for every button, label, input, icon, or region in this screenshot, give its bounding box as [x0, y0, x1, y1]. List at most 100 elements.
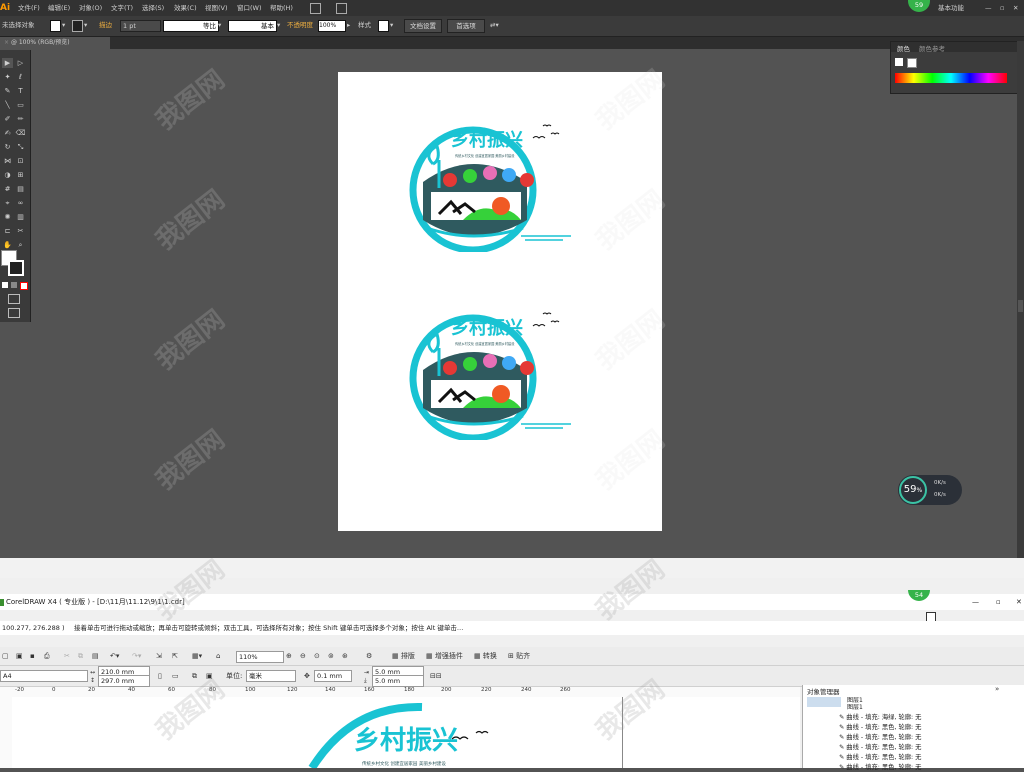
import-icon[interactable]: ⇲	[156, 649, 162, 663]
workspace-switcher[interactable]: 基本功能	[938, 0, 964, 16]
stroke-color-box[interactable]	[8, 260, 24, 276]
color-spectrum[interactable]	[895, 73, 1007, 83]
eraser-tool-icon[interactable]: ⌫	[15, 128, 26, 138]
menu-window[interactable]: 窗口(W)	[237, 0, 262, 16]
zoom-tool-icon[interactable]: ⌕	[15, 240, 26, 250]
lasso-tool-icon[interactable]: ℓ	[15, 72, 26, 82]
artboard[interactable]: 乡村振兴 传统乡村文化 创建宜居家园 美丽乡村建设 乡村振兴 传统乡村文化 创建…	[338, 72, 662, 531]
landscape-icon[interactable]: ▭	[172, 669, 179, 683]
duplicate-y-field[interactable]: 5.0 mm	[372, 675, 424, 687]
none-mode-icon[interactable]	[20, 282, 28, 290]
opacity-field[interactable]: 100%	[318, 20, 346, 32]
shape-builder-tool-icon[interactable]: ◑	[2, 170, 13, 180]
scroll-thumb[interactable]	[1018, 300, 1023, 312]
eyedropper-tool-icon[interactable]: ⌖	[2, 198, 13, 208]
current-page-icon[interactable]: ▣	[206, 669, 213, 683]
line-tool-icon[interactable]: ╲	[2, 100, 13, 110]
minimize-button[interactable]: —	[972, 594, 979, 610]
document-tab[interactable]: × @ 100% (RGB/预览)	[0, 37, 110, 49]
pen-tool-icon[interactable]: ✎	[2, 86, 13, 96]
arrange-icon[interactable]: ⇄▾	[490, 20, 499, 31]
menu-file[interactable]: 文件(F)	[18, 0, 40, 16]
zoom-selection-icon[interactable]: ⊙	[314, 649, 320, 663]
tab-color-guide[interactable]: 颜色参考	[919, 43, 945, 53]
object-row[interactable]: ✎ 曲线 - 填充: 黑色, 轮廓: 无	[839, 743, 921, 752]
symbol-sprayer-tool-icon[interactable]: ✺	[2, 212, 13, 222]
chevron-down-icon[interactable]: ▾	[218, 20, 221, 31]
rotate-tool-icon[interactable]: ↻	[2, 142, 13, 152]
artboard-tool-icon[interactable]: ⊏	[2, 226, 13, 236]
panel-stroke-swatch[interactable]	[907, 58, 917, 68]
perspective-grid-tool-icon[interactable]: ⊞	[15, 170, 26, 180]
tab-close-icon[interactable]: ×	[4, 39, 9, 46]
export-icon[interactable]: ⇱	[172, 649, 178, 663]
rectangle-tool-icon[interactable]: ▭	[15, 100, 26, 110]
blob-brush-tool-icon[interactable]: ✍	[2, 128, 13, 138]
restore-button[interactable]: ▫	[996, 594, 1001, 610]
close-button[interactable]: ✕	[1013, 0, 1018, 16]
object-manager-tools[interactable]	[807, 697, 841, 707]
page-height-field[interactable]: 297.0 mm	[98, 675, 150, 687]
fill-swatch[interactable]	[50, 20, 61, 32]
chevron-down-icon[interactable]: ▾	[84, 20, 87, 31]
selection-tool-icon[interactable]: ▶	[2, 58, 13, 68]
welcome-icon[interactable]: ⌂	[216, 649, 220, 663]
rural-revitalization-logo[interactable]: 乡村振兴 传统乡村文化 创建宜居家园 美丽乡村建设	[403, 124, 583, 252]
zoom-page-icon[interactable]: ⊛	[342, 649, 348, 663]
slice-tool-icon[interactable]: ✂	[15, 226, 26, 236]
paste-icon[interactable]: ▤	[92, 649, 99, 663]
menu-help[interactable]: 帮助(H)	[270, 0, 293, 16]
open-icon[interactable]: ▣	[16, 649, 23, 663]
chevron-down-icon[interactable]: ▾	[390, 20, 393, 31]
draw-mode-icon[interactable]	[8, 294, 20, 304]
panel-expand-icon[interactable]: »	[995, 685, 999, 693]
gradient-tool-icon[interactable]: ▤	[15, 184, 26, 194]
app-launcher-icon[interactable]: ▦▾	[192, 649, 202, 663]
all-pages-icon[interactable]: ⧉	[192, 669, 197, 683]
cut-icon[interactable]: ✂	[64, 649, 70, 663]
blend-tool-icon[interactable]: ∞	[15, 198, 26, 208]
options-icon[interactable]: ⚙	[366, 649, 372, 663]
plugin-button[interactable]: ▦ 增强插件	[426, 649, 463, 663]
chevron-right-icon[interactable]: ▸	[347, 20, 350, 31]
menu-view[interactable]: 视图(V)	[205, 0, 228, 16]
paper-size-select[interactable]: A4	[0, 670, 88, 682]
type-tool-icon[interactable]: T	[15, 86, 26, 96]
mesh-tool-icon[interactable]: #	[2, 184, 13, 194]
bridge-icon[interactable]	[310, 3, 321, 14]
object-row[interactable]: ✎ 曲线 - 填充: 海绿, 轮廓: 无	[839, 713, 921, 722]
treat-as-filled-icon[interactable]: ⊟⊟	[430, 669, 442, 683]
hand-tool-icon[interactable]: ✋	[2, 240, 13, 250]
graphic-style-swatch[interactable]	[378, 20, 389, 32]
redo-icon[interactable]: ↷▾	[132, 649, 141, 663]
paintbrush-tool-icon[interactable]: ✐	[2, 114, 13, 124]
convert-button[interactable]: ▦ 转换	[474, 649, 497, 663]
nudge-field[interactable]: 0.1 mm	[314, 670, 352, 682]
minimize-button[interactable]: —	[985, 0, 992, 16]
new-icon[interactable]: ▢	[2, 649, 9, 663]
logo-preview[interactable]: 乡村振兴 传统乡村文化 创建宜居家园 美丽乡村建设	[292, 697, 522, 768]
arrange-documents-icon[interactable]	[336, 3, 347, 14]
opacity-label[interactable]: 不透明度	[287, 20, 313, 31]
close-button[interactable]: ✕	[1016, 594, 1022, 610]
direct-selection-tool-icon[interactable]: ▷	[15, 58, 26, 68]
scale-tool-icon[interactable]: ⤡	[15, 142, 26, 152]
layer-name[interactable]: 图层1	[847, 702, 863, 711]
gradient-mode-icon[interactable]	[11, 282, 17, 288]
menu-object[interactable]: 对象(O)	[79, 0, 102, 16]
menu-effect[interactable]: 效果(C)	[174, 0, 197, 16]
magic-wand-tool-icon[interactable]: ✦	[2, 72, 13, 82]
tab-color[interactable]: 颜色	[897, 43, 910, 53]
preferences-button[interactable]: 首选项	[447, 19, 485, 33]
free-transform-tool-icon[interactable]: ⊡	[15, 156, 26, 166]
width-tool-icon[interactable]: ⋈	[2, 156, 13, 166]
zoom-level-field[interactable]: 110%	[236, 651, 284, 663]
print-icon[interactable]: ⎙	[44, 649, 50, 663]
zoom-all-icon[interactable]: ⊚	[328, 649, 334, 663]
undo-icon[interactable]: ↶▾	[110, 649, 119, 663]
column-graph-tool-icon[interactable]: ▥	[15, 212, 26, 222]
save-icon[interactable]: ▪	[30, 649, 35, 663]
menu-select[interactable]: 选择(S)	[142, 0, 164, 16]
object-row[interactable]: ✎ 曲线 - 填充: 黑色, 轮廓: 无	[839, 733, 921, 742]
object-row[interactable]: ✎ 曲线 - 填充: 黑色, 轮廓: 无	[839, 723, 921, 732]
